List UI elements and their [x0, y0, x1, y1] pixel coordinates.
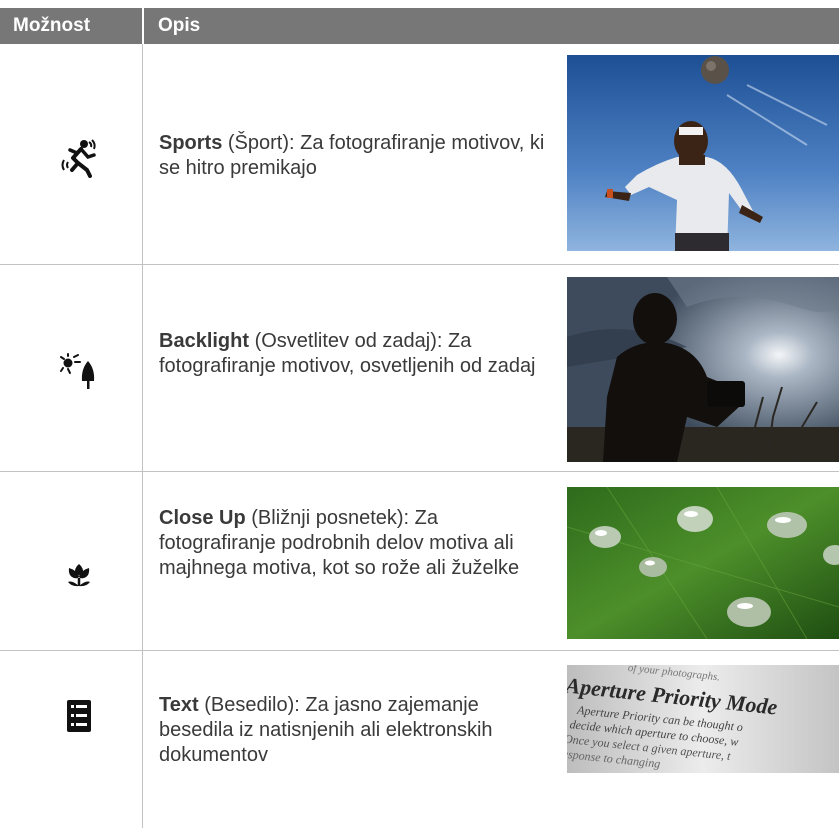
row-description: Text (Besedilo): Za jasno zajemanje bese…	[159, 693, 549, 768]
row-description: Backlight (Osvetlitev od zadaj): Za foto…	[159, 329, 549, 379]
table-row: Backlight (Osvetlitev od zadaj): Za foto…	[0, 265, 839, 471]
backlight-photo	[567, 277, 839, 462]
table-row: Sports (Šport): Za fotografiranje motivo…	[0, 44, 839, 264]
option-name: Close Up	[159, 507, 246, 529]
header-option-cell: Možnost	[0, 8, 142, 44]
row-description: Sports (Šport): Za fotografiranje motivo…	[159, 131, 549, 181]
backlight-sun-tree-icon	[58, 351, 100, 393]
option-name: Backlight	[159, 330, 250, 352]
sports-photo	[567, 55, 839, 251]
text-photo: of your photographs. Aperture Priority M…	[567, 665, 839, 773]
table-header: Možnost Opis	[0, 8, 839, 44]
header-option-label: Možnost	[13, 15, 91, 36]
row-description: Close Up (Bližnji posnetek): Za fotograf…	[159, 506, 549, 581]
document-text-icon	[58, 695, 100, 737]
option-name: Text	[159, 694, 199, 716]
table-row: Close Up (Bližnji posnetek): Za fotograf…	[0, 472, 839, 650]
option-name: Sports	[159, 132, 223, 154]
header-description-label: Opis	[158, 15, 201, 36]
closeup-photo	[567, 487, 839, 639]
option-detail: (Besedilo): Za jasno zajemanje besedila …	[159, 694, 493, 766]
header-divider	[142, 8, 144, 44]
header-description-cell: Opis	[145, 8, 839, 44]
flower-macro-icon	[58, 554, 100, 596]
table-row: Text (Besedilo): Za jasno zajemanje bese…	[0, 651, 839, 828]
sports-runner-icon	[58, 136, 100, 178]
